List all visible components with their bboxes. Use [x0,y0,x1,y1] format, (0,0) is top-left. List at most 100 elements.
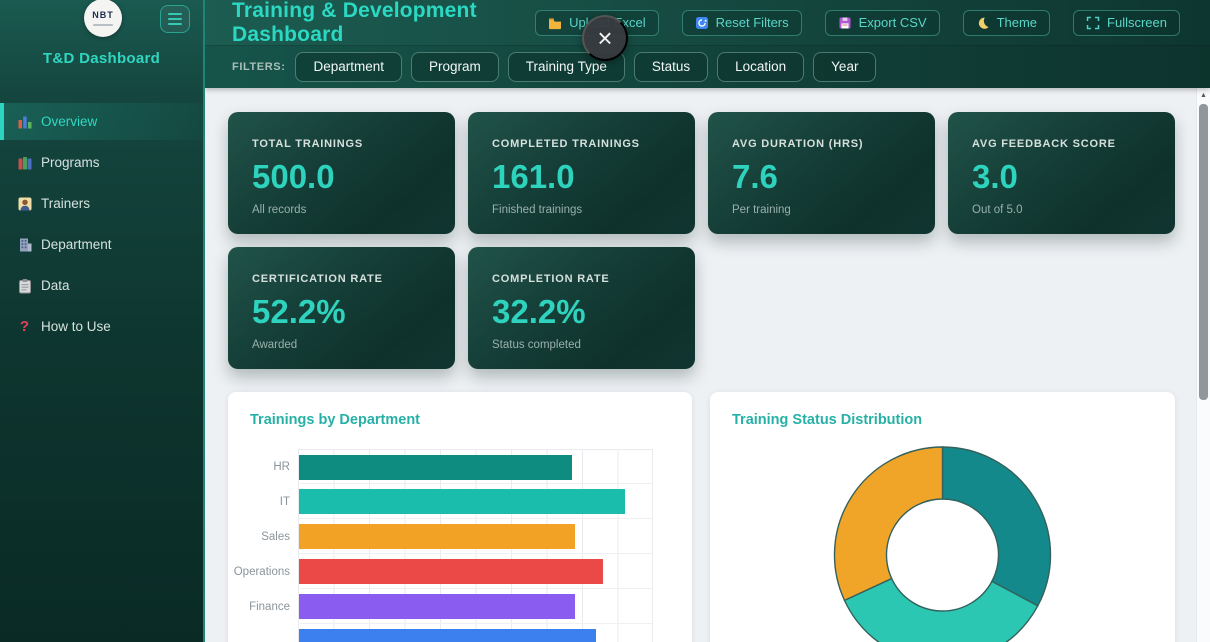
kpi-label: AVG DURATION (HRS) [732,138,911,150]
bar-sales[interactable] [299,524,575,549]
donut-slice[interactable] [943,447,1051,606]
sidebar-item-label: Trainers [41,196,90,211]
moon-icon [976,16,990,30]
sidebar-item-label: How to Use [41,319,111,334]
theme-button[interactable]: Theme [963,10,1050,36]
filter-department[interactable]: Department [295,52,402,82]
kpi-subtext: All records [252,204,431,216]
sidebar-item-department[interactable]: Department [0,226,203,263]
menu-toggle-button[interactable] [160,5,190,33]
kpi-value: 161.0 [492,158,671,196]
fullscreen-button[interactable]: Fullscreen [1073,10,1180,36]
bar-track [298,484,653,519]
bar-unlabeled[interactable] [299,629,596,642]
sidebar-item-programs[interactable]: Programs [0,144,203,181]
kpi-value: 52.2% [252,293,431,331]
folder-icon [548,16,562,30]
kpi-value: 3.0 [972,158,1151,196]
bar-hr[interactable] [299,455,572,480]
fullscreen-icon [1086,16,1100,30]
bar-category-label: Sales [228,519,298,554]
button-label: Theme [997,15,1037,30]
button-label: Fullscreen [1107,15,1167,30]
sidebar-item-how-to-use[interactable]: ? How to Use [0,308,203,345]
bar-track [298,554,653,589]
kpi-value: 7.6 [732,158,911,196]
scrollbar-up-arrow[interactable]: ▲ [1197,88,1210,102]
bar-category-label: Finance [228,589,298,624]
kpi-value: 32.2% [492,293,671,331]
bar-category-label: Operations [228,554,298,589]
bar-category-label: IT [228,484,298,519]
filters-label: FILTERS: [232,61,285,73]
bar-category-label [228,624,298,642]
sidebar-item-label: Department [41,237,112,252]
bar-category-label: HR [228,449,298,484]
kpi-avg-duration: AVG DURATION (HRS) 7.6 Per training [708,112,935,234]
bar-finance[interactable] [299,594,575,619]
filter-location[interactable]: Location [717,52,804,82]
kpi-grid: TOTAL TRAININGS 500.0 All records COMPLE… [228,112,1210,369]
sidebar-header: NBT T&D Dashboard [0,0,203,88]
kpi-avg-feedback: AVG FEEDBACK SCORE 3.0 Out of 5.0 [948,112,1175,234]
bar-it[interactable] [299,489,625,514]
kpi-label: COMPLETED TRAININGS [492,138,671,150]
clipboard-icon [16,277,33,294]
filter-year[interactable]: Year [813,52,876,82]
chart-title: Trainings by Department [228,392,692,428]
books-icon [16,154,33,171]
brand-title: T&D Dashboard [0,50,203,67]
sidebar-item-trainers[interactable]: Trainers [0,185,203,222]
sidebar-nav: Overview Programs Trainers Department Da… [0,103,203,345]
filter-program[interactable]: Program [411,52,499,82]
sidebar-item-label: Programs [41,155,100,170]
bar-operations[interactable] [299,559,603,584]
button-label: Reset Filters [716,15,789,30]
vertical-scrollbar[interactable]: ▲ [1196,88,1210,642]
button-label: Export CSV [859,15,927,30]
donut-slice[interactable] [834,447,942,600]
bar-chart: HRITSalesOperationsFinance [228,449,692,642]
app-logo: NBT [84,0,122,37]
person-icon [16,195,33,212]
status-donut-chart-card: Training Status Distribution [710,392,1175,642]
bar-track [298,589,653,624]
filters-bar: FILTERS: Department Program Training Typ… [205,45,1210,88]
filter-status[interactable]: Status [634,52,708,82]
reset-filters-button[interactable]: Reset Filters [682,10,802,36]
kpi-total-trainings: TOTAL TRAININGS 500.0 All records [228,112,455,234]
sidebar-item-overview[interactable]: Overview [0,103,203,140]
bar-chart-icon [16,113,33,130]
kpi-label: AVG FEEDBACK SCORE [972,138,1151,150]
top-bar: Training & Development Dashboard Upload … [205,0,1210,45]
sidebar-item-data[interactable]: Data [0,267,203,304]
scrollbar-thumb[interactable] [1199,104,1208,400]
bar-track [298,449,653,484]
kpi-certification-rate: CERTIFICATION RATE 52.2% Awarded [228,247,455,369]
kpi-subtext: Status completed [492,339,671,351]
floppy-disk-icon [838,16,852,30]
question-icon: ? [16,318,33,335]
kpi-value: 500.0 [252,158,431,196]
charts-row: Trainings by Department HRITSalesOperati… [228,392,1210,642]
donut-chart [710,392,1175,642]
kpi-label: CERTIFICATION RATE [252,273,431,285]
logo-swoosh [93,24,113,26]
export-csv-button[interactable]: Export CSV [825,10,940,36]
main-content: TOTAL TRAININGS 500.0 All records COMPLE… [207,88,1210,642]
kpi-subtext: Awarded [252,339,431,351]
close-overlay-button[interactable]: × [582,15,628,61]
building-icon [16,236,33,253]
bar-track [298,519,653,554]
reset-icon [695,16,709,30]
logo-text: NBT [92,10,114,20]
bar-track [298,624,653,642]
kpi-label: COMPLETION RATE [492,273,671,285]
kpi-subtext: Out of 5.0 [972,204,1151,216]
kpi-completed-trainings: COMPLETED TRAININGS 161.0 Finished train… [468,112,695,234]
close-icon: × [597,25,612,51]
page-title: Training & Development Dashboard [232,0,535,47]
sidebar-item-label: Overview [41,114,97,129]
sidebar: NBT T&D Dashboard Overview Programs Trai… [0,0,205,642]
header-actions: Upload Excel Reset Filters Export CSV Th… [535,10,1180,36]
